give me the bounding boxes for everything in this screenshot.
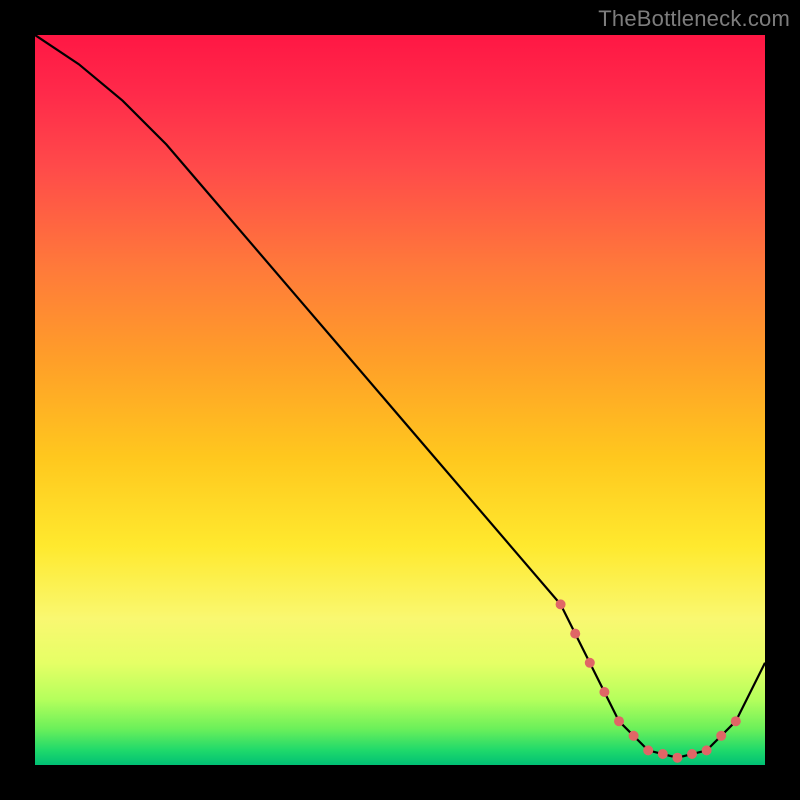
valley-marker [614,716,624,726]
valley-markers [556,599,741,762]
curve-line [35,35,765,758]
valley-marker [599,687,609,697]
valley-marker [643,745,653,755]
valley-marker [570,629,580,639]
valley-marker [629,731,639,741]
valley-marker [672,753,682,763]
gradient-plot-area [35,35,765,765]
bottleneck-curve-chart [35,35,765,765]
valley-marker [687,749,697,759]
chart-stage: TheBottleneck.com [0,0,800,800]
valley-marker [731,716,741,726]
watermark-text: TheBottleneck.com [598,6,790,32]
valley-marker [585,658,595,668]
valley-marker [716,731,726,741]
valley-marker [556,599,566,609]
valley-marker [702,745,712,755]
valley-marker [658,749,668,759]
